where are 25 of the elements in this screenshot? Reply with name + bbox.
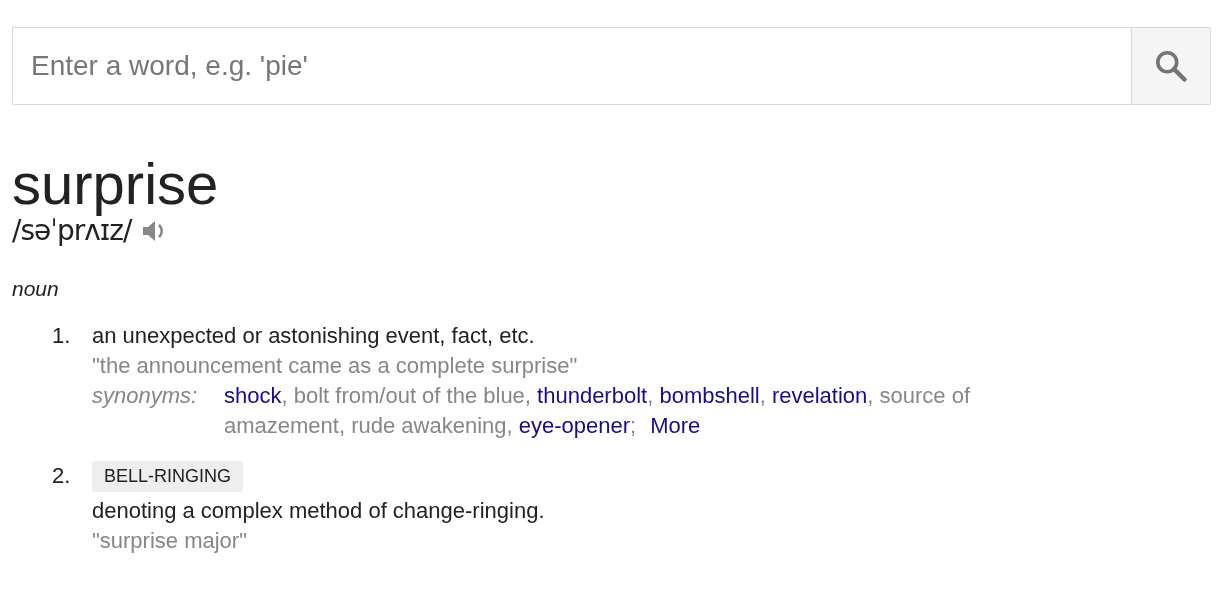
sense-number: 1. [52,322,72,350]
synonyms-label: synonyms: [92,382,199,410]
search-icon [1153,48,1189,84]
domain-label: BELL-RINGING [92,461,244,492]
synonym-text: , source of [867,382,972,410]
synonym-text: , [759,382,767,410]
synonym-text: ; [630,412,637,440]
part-of-speech: noun [12,277,60,301]
synonym-link[interactable]: bombshell [659,381,760,411]
synonym-link[interactable]: thunderbolt [537,381,648,411]
synonym-link[interactable]: eye-opener [518,411,631,441]
headword: surprise [12,152,220,216]
search-field[interactable]: Enter a word, e.g. 'pie' [12,27,1131,105]
example: "the announcement came as a complete surprise" [92,352,578,380]
synonym-link[interactable]: revelation [771,381,868,411]
search-button[interactable] [1131,27,1211,105]
example: "surprise major" [92,527,247,555]
sense-number: 2. [52,462,72,490]
synonym-text: amazement, rude awakening, [224,412,514,440]
more-link[interactable]: More [650,413,701,438]
definition: an unexpected or astonishing event, fact, etc. [92,322,535,350]
synonym-link[interactable]: shock [224,381,282,411]
synonym-text: , bolt from/out of the blue, [281,382,532,410]
synonym-text: , [647,382,655,410]
definition: denoting a complex method of change-ringing. [92,497,545,525]
